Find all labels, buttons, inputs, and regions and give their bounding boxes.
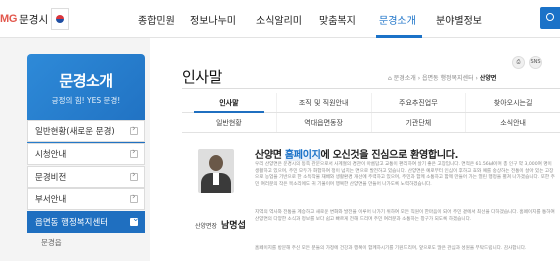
nav-item-active[interactable]: 문경소개 xyxy=(379,12,416,27)
chevron-right-icon xyxy=(130,124,138,135)
profile-caption: 산양면장 남명섭 xyxy=(195,218,246,231)
profile-position: 산양면장 xyxy=(195,223,218,230)
top-header: MG 문경시 종합민원 정보나누미 소식알리미 맞춤복지 문경소개 분야별정보 xyxy=(0,0,560,38)
nav-item[interactable]: 소식알리미 xyxy=(256,12,302,27)
sidebar-item-general[interactable]: 일반현황(새로운 문경) xyxy=(27,120,145,142)
sidebar-subtitle: 긍정의 힘! YES 문경! xyxy=(51,96,121,105)
greeting-headline: 산양면 홈페이지에 오신것을 진심으로 환영합니다. xyxy=(255,146,458,161)
sidebar-item-admin-center[interactable]: 읍면동 행정복지센터 xyxy=(27,211,145,234)
tab-row: 인사말 조직 및 직원안내 주요추진업무 찾아오시는길 xyxy=(182,93,560,113)
sidebar-item-departments[interactable]: 부서안내 xyxy=(27,188,145,211)
sidebar-item-label: 시청안내 xyxy=(35,149,67,160)
profile-photo xyxy=(198,149,234,193)
sidebar-item-label: 문경비전 xyxy=(35,172,67,183)
greeting-highlight: 홈페이지 xyxy=(284,150,321,161)
chevron-right-icon xyxy=(130,170,138,181)
utility-buttons: ⎙ SNS xyxy=(512,56,542,69)
tab-greeting[interactable]: 인사말 xyxy=(182,93,276,113)
sidebar-title: 문경소개 xyxy=(59,72,113,90)
logo-text: 문경시 xyxy=(19,13,49,26)
sidebar-menu: 일반현황(새로운 문경) 시청안내 문경비전 부서안내 읍면동 행정복지센터 문… xyxy=(27,120,145,252)
breadcrumb-current: 산양면 xyxy=(479,75,497,82)
main-content: 인사말 ⎙ SNS ⌂ 문경소개 › 읍면동 행정복지센터 › 산양면 인사말 … xyxy=(150,38,560,261)
tab-organizations[interactable]: 기관단체 xyxy=(370,113,466,132)
sidebar-item-label: 읍면동 행정복지센터 xyxy=(35,218,109,229)
taegukgi-icon xyxy=(51,8,70,30)
user-icon[interactable] xyxy=(540,7,560,29)
sidebar-item-label: 일반현황(새로운 문경) xyxy=(35,127,115,137)
greeting-before: 산양면 xyxy=(255,150,282,161)
sidebar-item-label: 부서안내 xyxy=(35,195,67,206)
nav-item[interactable]: 정보나누미 xyxy=(190,12,236,27)
nav-item[interactable]: 맞춤복지 xyxy=(319,12,356,27)
profile-name: 남명섭 xyxy=(221,221,246,231)
greeting-paragraph: 우리 산양면은 문경시의 동쪽 관문으로서 사계절의 경관이 아름답고 교통이 … xyxy=(255,162,555,187)
page-title: 인사말 xyxy=(182,68,222,86)
greeting-paragraph: 지역의 역사와 전통을 계승하고 새로운 변화와 발전을 이루어 나가기 위하여… xyxy=(255,210,555,222)
sidebar-subitem[interactable]: 문경읍 xyxy=(27,233,145,252)
tab-major-tasks[interactable]: 주요추진업무 xyxy=(370,93,466,112)
greeting-after: 에 오신것을 진심으로 환영합니다. xyxy=(320,150,459,161)
site-logo[interactable]: MG 문경시 xyxy=(0,8,70,30)
chevron-down-icon xyxy=(130,214,140,227)
sns-share-icon[interactable]: SNS xyxy=(529,56,542,69)
nav-item[interactable]: 종합민원 xyxy=(138,12,175,27)
breadcrumb: ⌂ 문경소개 › 읍면동 행정복지센터 › 산양면 xyxy=(388,73,496,82)
tab-news[interactable]: 소식안내 xyxy=(465,113,560,132)
chevron-right-icon xyxy=(130,192,138,204)
tab-directions[interactable]: 찾아오시는길 xyxy=(465,93,560,112)
sidebar-item-vision[interactable]: 문경비전 xyxy=(27,165,145,188)
tab-former-heads[interactable]: 역대읍면동장 xyxy=(275,113,371,132)
chevron-right-icon xyxy=(130,147,138,158)
tab-row: 일반현황 역대읍면동장 기관단체 소식안내 xyxy=(182,113,560,133)
greeting-paragraph: 홈페이지를 방문해 주신 모든 분들의 가정에 건강과 행복이 함께하시기를 기… xyxy=(255,246,527,251)
sidebar-item-cityhall[interactable]: 시청안내 xyxy=(27,142,145,165)
tab-organization[interactable]: 조직 및 직원안내 xyxy=(275,93,371,112)
nav-item[interactable]: 분야별정보 xyxy=(436,12,482,27)
divider xyxy=(182,88,560,89)
print-icon[interactable]: ⎙ xyxy=(512,56,525,69)
content-tabs: 인사말 조직 및 직원안내 주요추진업무 찾아오시는길 일반현황 역대읍면동장 … xyxy=(182,93,560,133)
breadcrumb-path[interactable]: ⌂ 문경소개 › 읍면동 행정복지센터 › xyxy=(388,75,478,82)
sidebar: 문경소개 긍정의 힘! YES 문경! 일반현황(새로운 문경) 시청안내 문경… xyxy=(0,38,150,261)
tab-general-status[interactable]: 일반현황 xyxy=(182,113,276,132)
logo-mark: MG xyxy=(0,13,18,25)
